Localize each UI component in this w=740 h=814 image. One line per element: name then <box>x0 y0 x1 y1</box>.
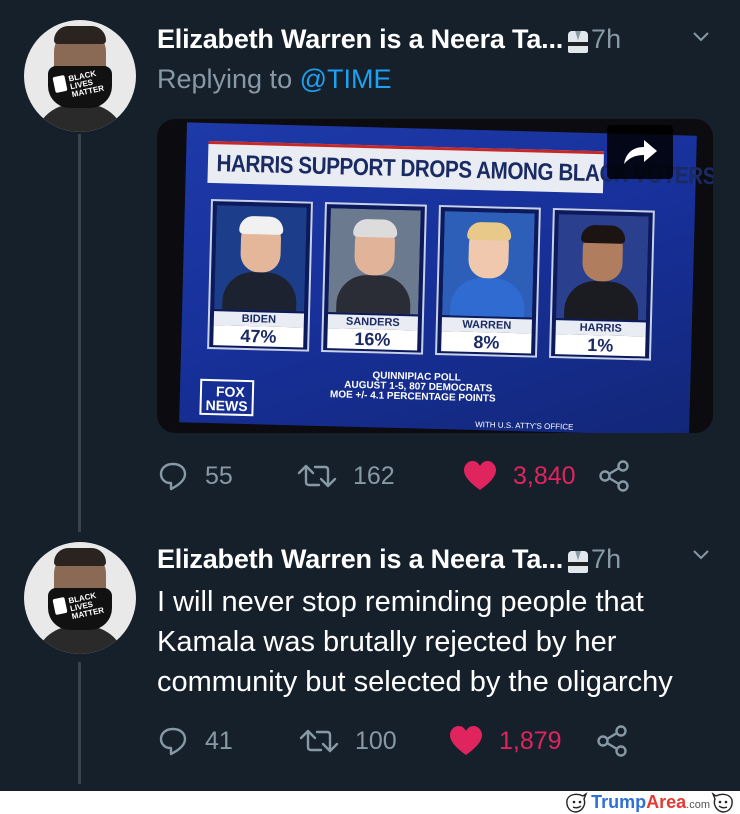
thread-line <box>78 134 81 532</box>
retweet-count: 100 <box>355 726 397 755</box>
candidate-card: HARRIS 1% <box>548 207 655 361</box>
display-name[interactable]: Elizabeth Warren is a Neera Ta... <box>157 544 563 575</box>
candidate-photo <box>442 211 535 318</box>
reply-count: 55 <box>205 461 233 490</box>
retweet-icon <box>297 464 337 488</box>
tweet-header: Elizabeth Warren is a Neera Ta... 7h <box>157 24 621 55</box>
candidate-photo <box>556 214 649 321</box>
tweet-media-image[interactable]: HARRIS SUPPORT DROPS AMONG BLACK VOTERS … <box>157 119 713 433</box>
watermark-bar: Trump Area .com <box>0 791 740 814</box>
candidate-card: WARREN 8% <box>435 204 541 358</box>
like-button[interactable]: 1,879 <box>449 723 595 759</box>
display-name[interactable]: Elizabeth Warren is a Neera Ta... <box>157 24 563 55</box>
like-count: 3,840 <box>513 461 576 490</box>
retweet-button[interactable]: 162 <box>297 458 463 494</box>
candidate-photo <box>328 208 421 315</box>
candidate-card: SANDERS 16% <box>321 202 427 355</box>
replying-to: Replying to @TIME <box>157 64 392 94</box>
headline: HARRIS SUPPORT DROPS AMONG BLACK VOTERS <box>207 140 713 194</box>
cartoon-face-icon <box>566 791 588 813</box>
reply-button[interactable]: 55 <box>157 458 297 494</box>
martial-arts-uniform-icon <box>565 26 591 54</box>
candidate-percent: 8% <box>441 331 532 354</box>
tweet-text: I will never stop reminding people that … <box>157 586 673 698</box>
reply-icon <box>159 727 187 756</box>
heart-filled-icon <box>450 726 482 755</box>
fox-news-logo: FOX NEWS <box>199 378 255 417</box>
chevron-down-icon[interactable] <box>692 28 710 46</box>
thread-line <box>78 662 81 784</box>
news-ticker: WITH U.S. ATTY'S OFFICE <box>475 420 574 432</box>
poll-source: QUINNIPIAC POLL AUGUST 1-5, 807 DEMOCRAT… <box>329 370 496 405</box>
reply-count: 41 <box>205 726 233 755</box>
share-media-button[interactable] <box>607 125 673 179</box>
tweet-time[interactable]: 7h <box>591 24 621 55</box>
candidate-photo <box>214 205 307 312</box>
share-button[interactable] <box>597 458 631 494</box>
share-icon <box>599 460 629 492</box>
avatar[interactable]: BLACK LIVES MATTER <box>24 542 136 654</box>
reply-icon <box>159 462 187 491</box>
forward-arrow-icon <box>624 140 657 164</box>
martial-arts-uniform-icon <box>565 546 591 574</box>
like-count: 1,879 <box>499 726 562 755</box>
reply-button[interactable]: 41 <box>157 723 299 759</box>
cartoon-face-icon <box>711 791 733 813</box>
avatar[interactable]: BLACK LIVES MATTER <box>24 20 136 132</box>
candidate-percent: 1% <box>555 334 646 357</box>
candidate-percent: 47% <box>213 325 304 348</box>
retweet-count: 162 <box>353 461 395 490</box>
share-button[interactable] <box>595 723 629 759</box>
tweet-header: Elizabeth Warren is a Neera Ta... 7h <box>157 544 621 575</box>
tweet-actions: 55 162 3,840 <box>157 458 631 494</box>
retweet-button[interactable]: 100 <box>299 723 449 759</box>
reply-handle-link[interactable]: @TIME <box>300 64 392 94</box>
tweet-time[interactable]: 7h <box>591 544 621 575</box>
watermark: Trump Area .com <box>563 791 736 814</box>
share-icon <box>597 725 627 757</box>
candidate-percent: 16% <box>327 328 418 351</box>
retweet-icon <box>299 729 339 753</box>
tweet-actions: 41 100 1,879 <box>157 723 629 759</box>
like-button[interactable]: 3,840 <box>463 458 597 494</box>
heart-filled-icon <box>464 461 496 490</box>
candidate-card: BIDEN 47% <box>207 199 313 352</box>
chevron-down-icon[interactable] <box>692 546 710 564</box>
